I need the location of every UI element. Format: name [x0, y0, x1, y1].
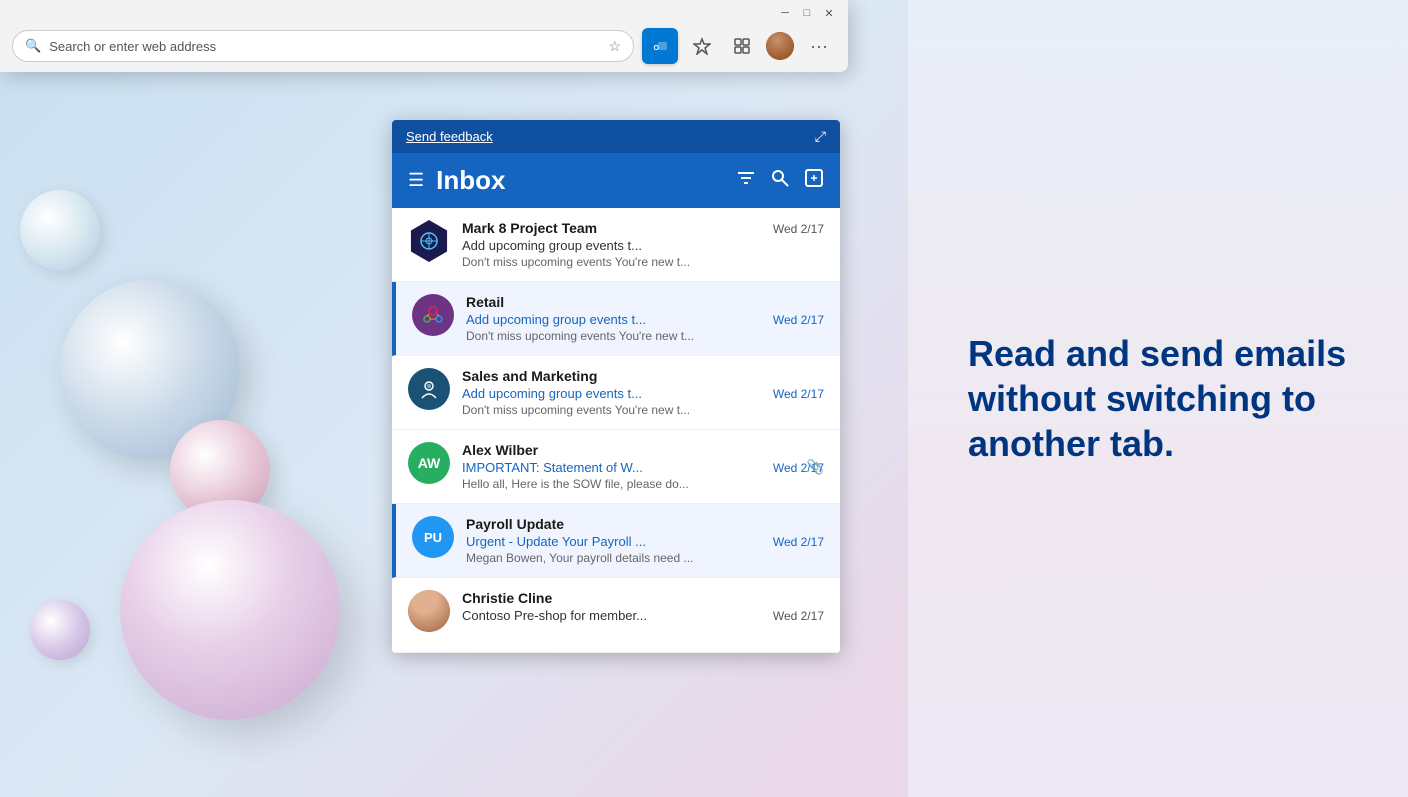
avatar-alex: AW [408, 442, 450, 484]
compose-icon[interactable] [804, 168, 824, 193]
avatar-sales [408, 368, 450, 410]
email-date-retail: Wed 2/17 [773, 313, 824, 327]
email-date-mark8: Wed 2/17 [773, 222, 824, 236]
email-item-payroll[interactable]: PU Payroll Update Urgent - Update Your P… [392, 504, 840, 578]
more-options-button[interactable]: ··· [802, 32, 836, 61]
sender-name-payroll: Payroll Update [466, 516, 564, 532]
email-content-retail: Retail Add upcoming group events t... We… [466, 294, 824, 343]
email-content-mark8: Mark 8 Project Team Wed 2/17 Add upcomin… [462, 220, 824, 269]
email-content-alex: Alex Wilber IMPORTANT: Statement of W...… [462, 442, 824, 491]
email-list: Mark 8 Project Team Wed 2/17 Add upcomin… [392, 208, 840, 653]
attachment-icon: 📎 [807, 458, 824, 475]
email-subject-payroll: Urgent - Update Your Payroll ... Wed 2/1… [466, 534, 824, 549]
inbox-header: ☰ Inbox [392, 153, 840, 208]
sender-name-sales: Sales and Marketing [462, 368, 597, 384]
email-top-row-mark8: Mark 8 Project Team Wed 2/17 [462, 220, 824, 236]
email-subject-mark8: Add upcoming group events t... [462, 238, 824, 253]
sphere-decoration-3 [120, 500, 340, 720]
svg-text:O: O [654, 45, 660, 52]
profile-avatar[interactable] [766, 32, 794, 60]
address-bar-row: 🔍 Search or enter web address ☆ O [0, 24, 848, 72]
send-feedback-link[interactable]: Send feedback [406, 129, 493, 144]
sender-name-alex: Alex Wilber [462, 442, 538, 458]
close-button[interactable]: ✕ [822, 6, 836, 20]
popup-panel: Send feedback ⤢ ☰ Inbox [392, 120, 840, 653]
email-top-row-alex: Alex Wilber [462, 442, 824, 458]
email-date-christie: Wed 2/17 [773, 609, 824, 623]
outlook-tab-icon[interactable]: O [642, 28, 678, 64]
email-preview-sales: Don't miss upcoming events You're new t.… [462, 403, 824, 417]
email-preview-payroll: Megan Bowen, Your payroll details need .… [466, 551, 824, 565]
browser-window: ─ □ ✕ 🔍 Search or enter web address ☆ O [0, 0, 848, 72]
maximize-button[interactable]: □ [800, 6, 814, 20]
email-top-row-retail: Retail [466, 294, 824, 310]
email-top-row-christie: Christie Cline [462, 590, 824, 606]
email-top-row-payroll: Payroll Update [466, 516, 824, 532]
favorites-star-icon: ☆ [608, 38, 621, 55]
avatar-mark8 [408, 220, 450, 262]
email-content-payroll: Payroll Update Urgent - Update Your Payr… [466, 516, 824, 565]
email-content-sales: Sales and Marketing Add upcoming group e… [462, 368, 824, 417]
sphere-decoration-5 [30, 600, 90, 660]
email-item-sales[interactable]: Sales and Marketing Add upcoming group e… [392, 356, 840, 430]
expand-icon[interactable]: ⤢ [815, 128, 826, 145]
filter-icon[interactable] [736, 168, 756, 193]
email-subject-alex: IMPORTANT: Statement of W... Wed 2/17 [462, 460, 824, 475]
address-bar-text: Search or enter web address [49, 39, 600, 54]
collections-button[interactable] [726, 30, 758, 62]
hamburger-menu-icon[interactable]: ☰ [408, 170, 424, 191]
email-subject-christie: Contoso Pre-shop for member... Wed 2/17 [462, 608, 824, 623]
search-icon: 🔍 [25, 38, 41, 54]
email-subject-sales: Add upcoming group events t... Wed 2/17 [462, 386, 824, 401]
email-preview-alex: Hello all, Here is the SOW file, please … [462, 477, 824, 491]
right-panel: Read and send emails without switching t… [908, 0, 1408, 797]
title-bar: ─ □ ✕ [0, 0, 848, 24]
email-item-christie[interactable]: Christie Cline Contoso Pre-shop for memb… [392, 578, 840, 653]
inbox-title: Inbox [436, 165, 724, 196]
search-inbox-icon[interactable] [770, 168, 790, 193]
popup-topbar: Send feedback ⤢ [392, 120, 840, 153]
email-subject-retail: Add upcoming group events t... Wed 2/17 [466, 312, 824, 327]
minimize-button[interactable]: ─ [778, 6, 792, 20]
email-item-alex[interactable]: AW Alex Wilber IMPORTANT: Statement of W… [392, 430, 840, 504]
favorites-button[interactable] [686, 30, 718, 62]
avatar-payroll: PU [412, 516, 454, 558]
email-preview-retail: Don't miss upcoming events You're new t.… [466, 329, 824, 343]
avatar-retail [412, 294, 454, 336]
sender-name-mark8: Mark 8 Project Team [462, 220, 597, 236]
email-date-sales: Wed 2/17 [773, 387, 824, 401]
email-content-christie: Christie Cline Contoso Pre-shop for memb… [462, 590, 824, 625]
tagline-text: Read and send emails without switching t… [968, 331, 1348, 466]
sphere-decoration-4 [20, 190, 100, 270]
email-preview-mark8: Don't miss upcoming events You're new t.… [462, 255, 824, 269]
email-date-payroll: Wed 2/17 [773, 535, 824, 549]
email-item-retail[interactable]: Retail Add upcoming group events t... We… [392, 282, 840, 356]
inbox-actions [736, 168, 824, 193]
email-top-row-sales: Sales and Marketing [462, 368, 824, 384]
avatar-christie [408, 590, 450, 632]
sender-name-retail: Retail [466, 294, 504, 310]
sender-name-christie: Christie Cline [462, 590, 552, 606]
email-item-mark8[interactable]: Mark 8 Project Team Wed 2/17 Add upcomin… [392, 208, 840, 282]
address-bar[interactable]: 🔍 Search or enter web address ☆ [12, 30, 634, 62]
